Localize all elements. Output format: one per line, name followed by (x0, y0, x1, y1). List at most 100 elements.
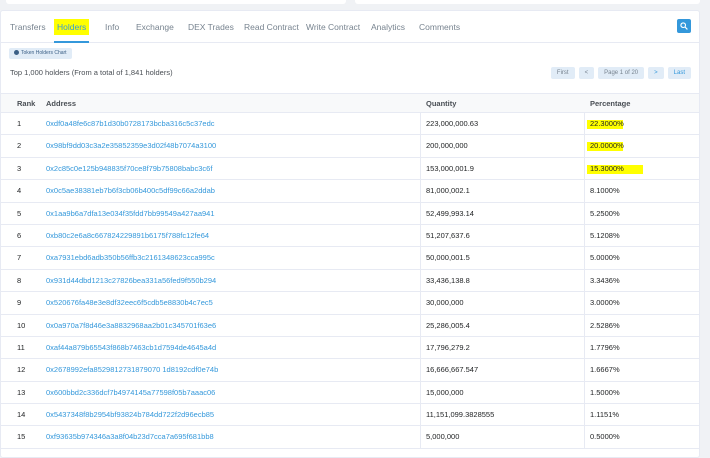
column-percentage: Percentage (590, 99, 631, 108)
address-link[interactable]: 0x1aa9b6a7dfa13e034f35fdd7bb99549a427aa9… (46, 203, 215, 225)
tab-read-contract[interactable]: Read Contract (244, 11, 299, 43)
holders-summary: Top 1,000 holders (From a total of 1,841… (10, 68, 173, 77)
column-divider (420, 180, 421, 203)
address-link[interactable]: 0xb80c2e6a8c667824229891b6175f788fc12fe6… (46, 225, 209, 247)
rank-cell: 12 (17, 365, 26, 375)
rank-cell: 10 (17, 320, 26, 330)
column-divider (420, 135, 421, 158)
table-row: 7 0xa7931ebd6adb350b56ffb3c2161348623cca9… (1, 247, 699, 270)
rank-cell: 2 (17, 141, 22, 151)
address-link[interactable]: 0x2678992efa8529812731879070 1d8192cdf0e… (46, 359, 218, 381)
address-link[interactable]: 0x5437348f8b2954bf93824b784dd722f2d96ecb… (46, 404, 214, 426)
table-row: 13 0x600bbd2c336dcf7b4974145a77598f05b7aa… (1, 381, 699, 405)
address-link[interactable]: 0xaf44a879b65543f868b7463cb1d7594de4645a… (46, 337, 216, 359)
search-button[interactable] (677, 19, 691, 33)
search-icon (680, 22, 688, 30)
rank-cell: 5 (17, 208, 22, 218)
profile-card-edge (355, 0, 700, 4)
table-row: 1 0xdf0a48fe6c87b1d30b0728173bcba316c5c37… (1, 113, 699, 136)
percentage-cell: 22.3000% (590, 119, 624, 128)
rank-cell: 11 (17, 342, 25, 352)
tab-analytics[interactable]: Analytics (371, 11, 405, 43)
percentage-cell: 1.6667% (590, 365, 620, 375)
table-row: 10 0x0a970a7f8d46e3a8832968aa2b01c345701f… (1, 314, 699, 337)
table-row: 2 0x98bf9dd03c3a2e35852359e3d02f48b7074a3… (1, 135, 699, 158)
overview-card-edge (6, 0, 346, 4)
percentage-cell: 5.2500% (590, 208, 620, 218)
tab-dex-trades[interactable]: DEX Trades (188, 11, 234, 43)
rank-cell: 6 (17, 230, 22, 240)
holders-table-body: 1 0xdf0a48fe6c87b1d30b0728173bcba316c5c37… (1, 113, 699, 449)
column-divider (420, 336, 421, 359)
column-divider (420, 292, 421, 315)
address-link[interactable]: 0x0a970a7f8d46e3a8832968aa2b01c345701f63… (46, 315, 216, 337)
quantity-cell: 52,499,993.14 (426, 208, 474, 218)
rank-cell: 1 (17, 119, 22, 128)
tab-holders[interactable]: Holders (54, 11, 90, 43)
table-row: 8 0x931d44dbd1213c27826bea331a56fed9f550b… (1, 269, 699, 293)
pie-chart-icon (14, 50, 19, 55)
address-link[interactable]: 0x600bbd2c336dcf7b4974145a77598f05b7aaac… (46, 382, 215, 404)
token-holders-chart-button[interactable]: Token Holders Chart (9, 48, 72, 59)
quantity-cell: 33,436,138.8 (426, 275, 470, 285)
column-divider (584, 202, 585, 225)
quantity-cell: 223,000,000.63 (426, 119, 479, 128)
quantity-cell: 50,000,001.5 (426, 253, 470, 263)
tab-write-contract[interactable]: Write Contract (306, 11, 360, 43)
tab-bar: Transfers Holders Info Exchange DEX Trad… (1, 11, 699, 43)
address-link[interactable]: 0xdf0a48fe6c87b1d30b0728173bcba316c5c37e… (46, 113, 215, 135)
rank-cell: 3 (17, 163, 22, 173)
prev-page-button[interactable]: < (578, 67, 595, 79)
column-divider (420, 359, 421, 382)
column-divider (584, 180, 585, 203)
column-divider (420, 381, 421, 404)
table-row: 3 0x2c85c0e125b948835f70ce8f79b75808babc3… (1, 157, 699, 181)
tab-comments[interactable]: Comments (419, 11, 460, 43)
first-page-button[interactable]: First (550, 67, 575, 79)
address-link[interactable]: 0x0c5ae38381eb7b6f3cb06b400c5df99c66a2dd… (46, 180, 215, 202)
tab-info[interactable]: Info (105, 11, 119, 43)
quantity-cell: 200,000,000 (426, 141, 468, 151)
rank-cell: 9 (17, 298, 22, 308)
quantity-cell: 17,796,279.2 (426, 342, 470, 352)
tab-transfers[interactable]: Transfers (10, 11, 46, 43)
table-row: 9 0x520676fa48e3e8df32eec6f5cdb5e8830b4c7… (1, 292, 699, 315)
percentage-cell: 3.0000% (590, 298, 620, 308)
column-divider (584, 247, 585, 270)
rank-cell: 15 (17, 432, 26, 442)
address-link[interactable]: 0xa7931ebd6adb350b56ffb3c2161348623cca99… (46, 247, 215, 269)
column-divider (420, 404, 421, 427)
address-link[interactable]: 0xf93635b974346a3a8f04b23d7cca7a695f681b… (46, 426, 214, 448)
address-link[interactable]: 0x98bf9dd03c3a2e35852359e3d02f48b7074a31… (46, 135, 216, 157)
table-row: 5 0x1aa9b6a7dfa13e034f35fdd7bb99549a427aa… (1, 202, 699, 225)
column-divider (584, 224, 585, 247)
tab-exchange[interactable]: Exchange (136, 11, 174, 43)
percentage-cell: 5.0000% (590, 253, 620, 263)
table-row: 4 0x0c5ae38381eb7b6f3cb06b400c5df99c66a2d… (1, 180, 699, 203)
percentage-cell: 2.5286% (590, 320, 620, 330)
rank-cell: 13 (17, 387, 26, 397)
column-address: Address (46, 99, 77, 108)
quantity-cell: 153,000,001.9 (426, 163, 474, 173)
column-divider (584, 113, 585, 135)
rank-cell: 8 (17, 275, 22, 285)
table-row: 12 0x2678992efa8529812731879070 1d8192cdf… (1, 359, 699, 382)
address-link[interactable]: 0x931d44dbd1213c27826bea331a56fed9f550b2… (46, 270, 216, 292)
last-page-button[interactable]: Last (667, 67, 691, 79)
column-quantity: Quantity (426, 99, 457, 108)
column-divider (584, 135, 585, 158)
column-divider (584, 426, 585, 449)
next-page-button[interactable]: > (648, 67, 664, 79)
column-divider (584, 292, 585, 315)
percentage-cell: 1.1151% (590, 410, 620, 420)
quantity-cell: 81,000,002.1 (426, 186, 470, 196)
address-link[interactable]: 0x2c85c0e125b948835f70ce8f79b75808babc3c… (46, 158, 212, 180)
address-link[interactable]: 0x520676fa48e3e8df32eec6f5cdb5e8830b4c7e… (46, 292, 213, 314)
percentage-cell: 20.0000% (590, 141, 624, 151)
table-row: 15 0xf93635b974346a3a8f04b23d7cca7a695f68… (1, 426, 699, 449)
percentage-cell: 15.3000% (590, 163, 624, 173)
column-divider (584, 314, 585, 337)
percentage-cell: 8.1000% (590, 186, 620, 196)
quantity-cell: 30,000,000 (426, 298, 464, 308)
column-divider (420, 224, 421, 247)
